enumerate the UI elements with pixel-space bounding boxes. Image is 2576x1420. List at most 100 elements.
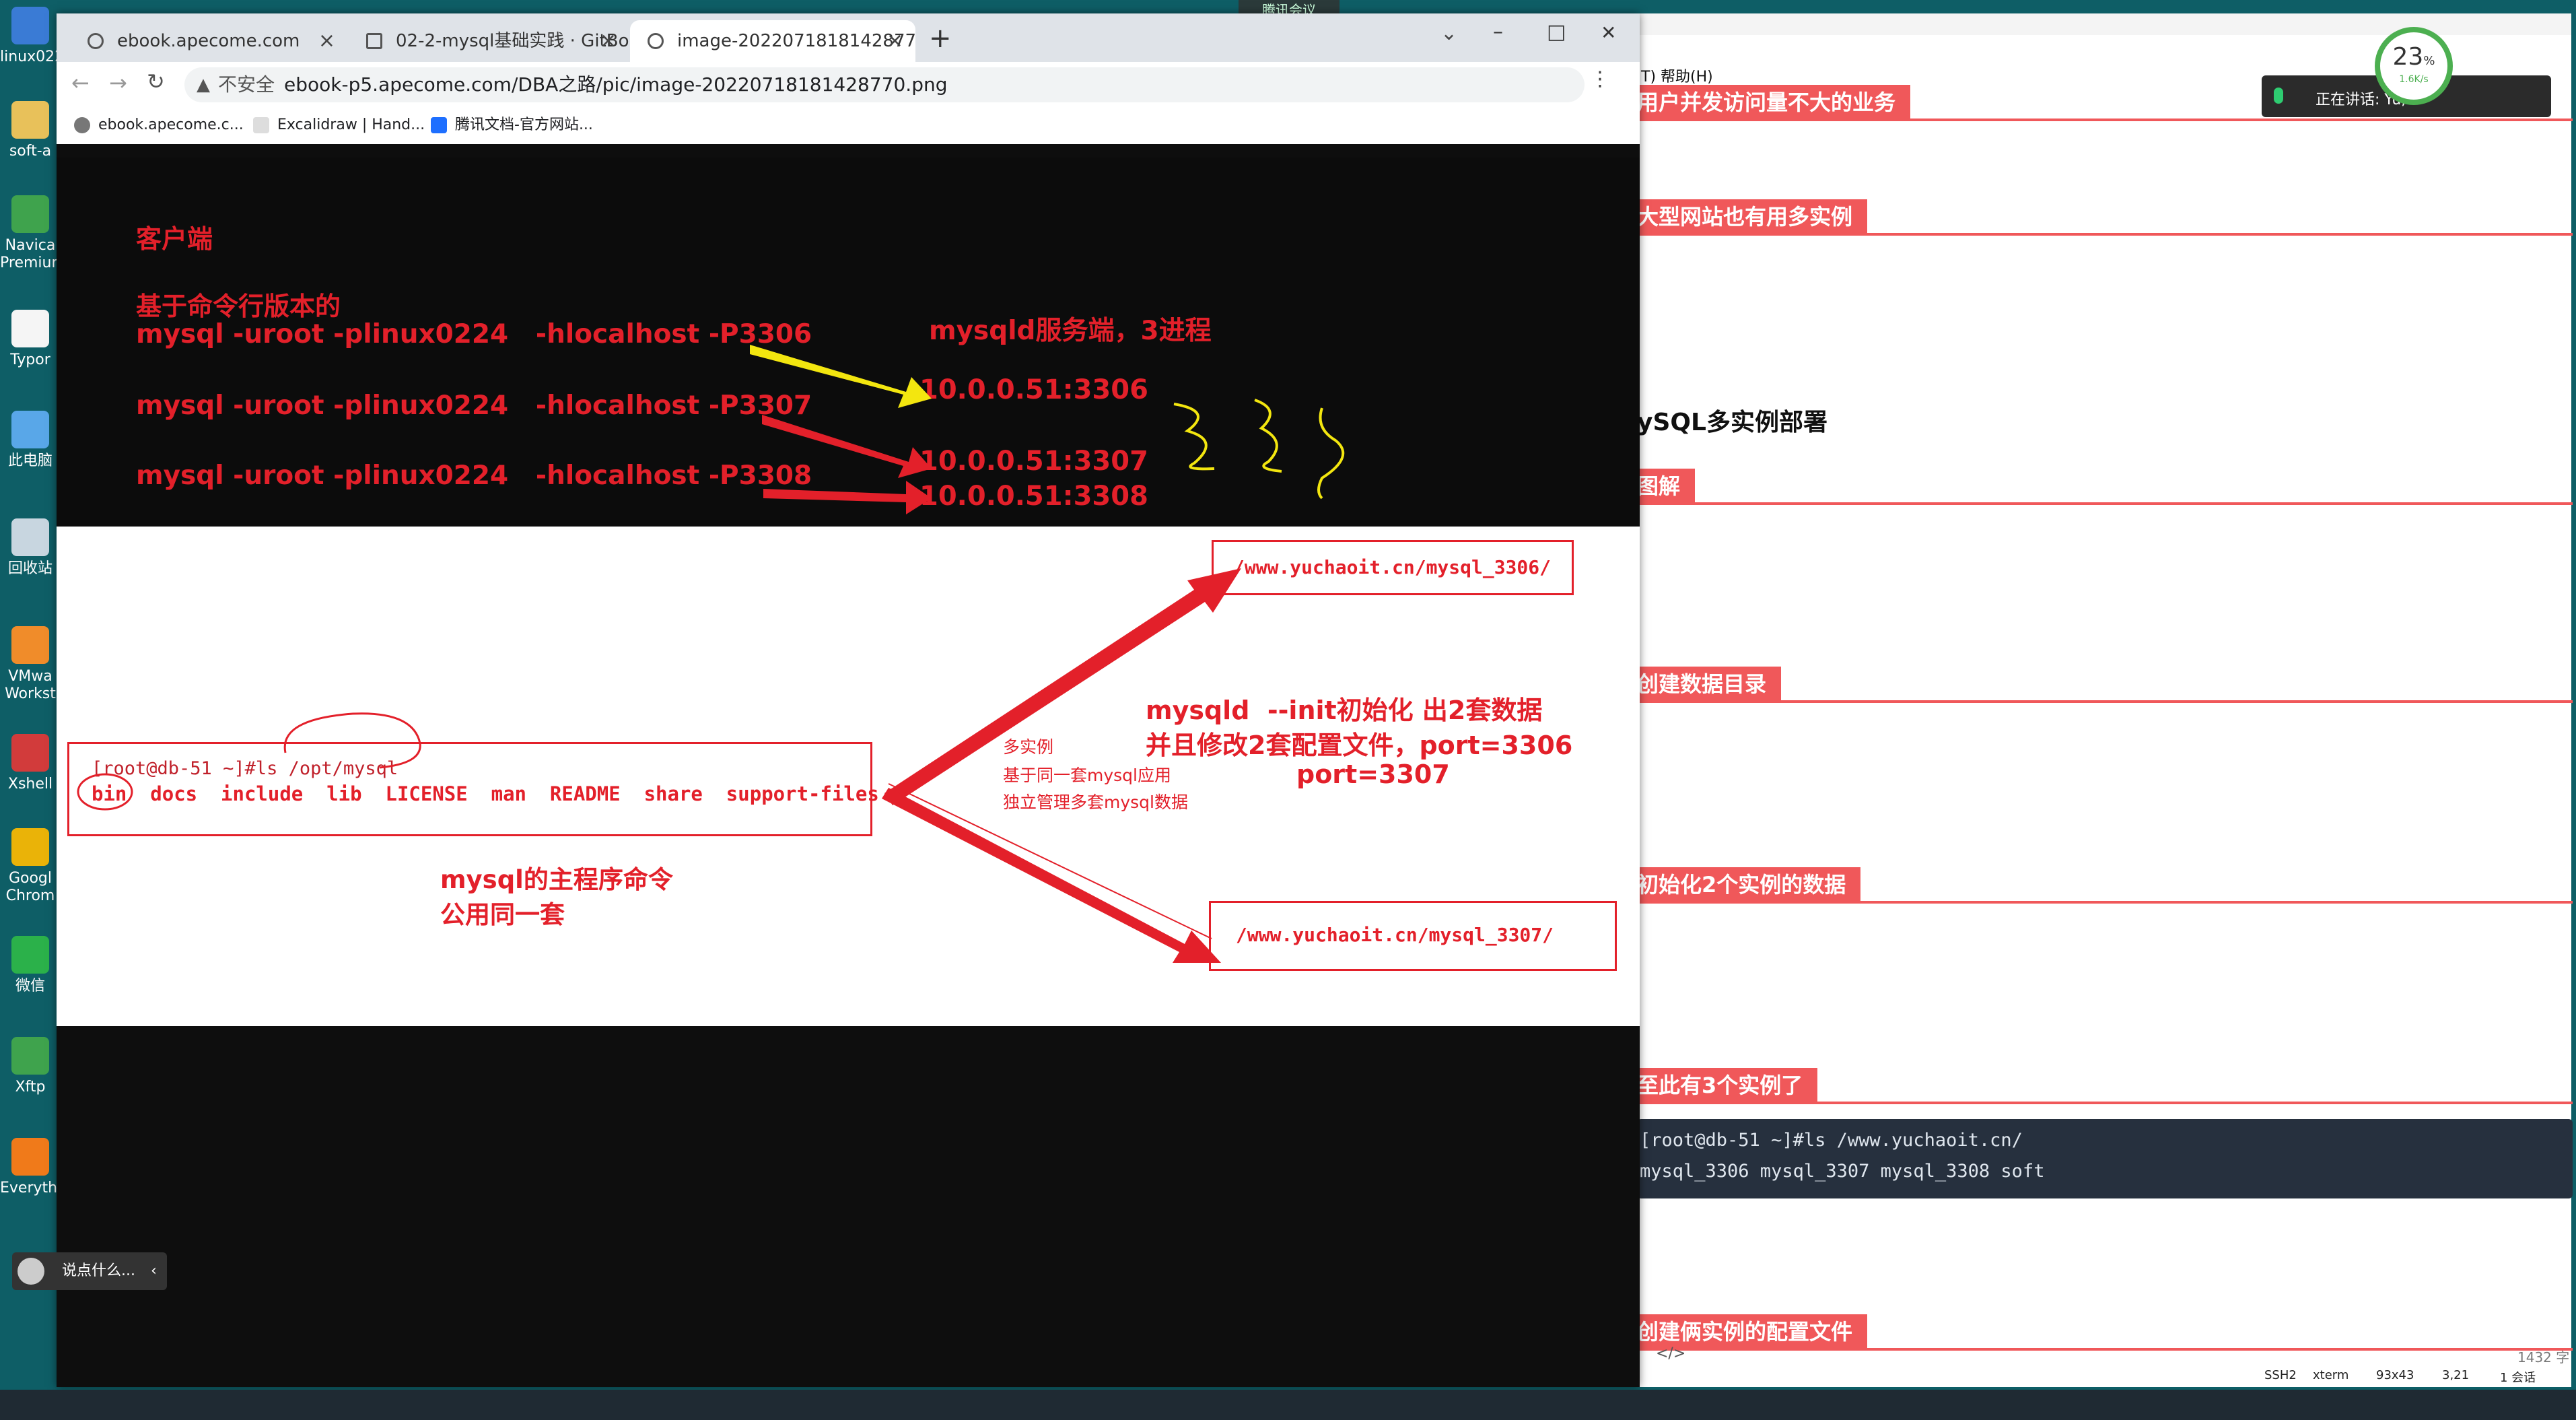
background-menu[interactable]: T) 帮助(H) (1641, 65, 1713, 86)
circle-annotation (77, 773, 133, 811)
tab-ebook[interactable]: ebook.apecome.com × (70, 20, 347, 62)
desktop-icon[interactable]: Everythi (0, 1138, 61, 1197)
bookmark-label: ebook.apecome.c... (98, 116, 244, 133)
heading-underline (1637, 502, 2573, 505)
word-count: 1432 字 (2517, 1349, 2570, 1365)
menu-kebab-icon[interactable]: ⋮ (1590, 67, 1610, 91)
desktop-icon-label: Typor (10, 351, 50, 368)
excalidraw-icon (253, 117, 269, 133)
desktop-icon[interactable]: 微信 (0, 936, 61, 995)
close-icon[interactable]: × (886, 20, 903, 62)
warning-icon: ▲ (197, 75, 210, 95)
desktop-icon-label: VMwa Workst (5, 668, 56, 702)
heading-underline (1637, 233, 2573, 236)
url-text[interactable]: ebook-p5.apecome.com/DBA之路/pic/image-202… (284, 67, 947, 102)
insecure-label: 不安全 (218, 73, 275, 96)
globe-icon (648, 33, 664, 49)
app-icon (11, 1138, 49, 1176)
brace-mark (1317, 407, 1345, 500)
chat-placeholder: 说点什么... (62, 1262, 135, 1279)
forward-arrow-icon[interactable]: → (109, 70, 127, 96)
app-icon (11, 411, 49, 448)
desktop-icon[interactable]: Googl Chrom (0, 828, 61, 905)
code-line: mysql_3306 mysql_3307 mysql_3308 soft (1640, 1161, 2045, 1182)
app-icon (11, 101, 49, 139)
section-heading: 至此有3个实例了 (1637, 1068, 1818, 1103)
globe-icon (74, 117, 90, 133)
terminal-status-bar: SSH2 xterm 93x43 3,21 1 会话 (2241, 1364, 2576, 1387)
app-icon (11, 310, 49, 347)
code-view-icon[interactable]: </> (1656, 1345, 1685, 1362)
heading-underline (1637, 901, 2573, 904)
status-item: 1 会话 (2500, 1371, 2536, 1385)
app-icon (11, 195, 49, 233)
code-block: [root@db-51 ~]#ls /www.yuchaoit.cn/ mysq… (1637, 1119, 2573, 1198)
app-icon (11, 626, 49, 664)
taskbar (0, 1390, 2576, 1420)
gauge-percent-unit: % (2423, 54, 2435, 68)
desktop-icon[interactable]: VMwa Workst (0, 626, 61, 703)
chat-bubble[interactable]: 说点什么... ‹ (12, 1252, 167, 1290)
desktop-icon[interactable]: 此电脑 (0, 411, 61, 470)
microphone-icon (2274, 88, 2283, 104)
desktop-icon[interactable]: Xftp (0, 1037, 61, 1096)
close-icon[interactable]: × (318, 20, 335, 62)
address-bar[interactable]: ▲ 不安全 ebook-p5.apecome.com/DBA之路/pic/ima… (184, 67, 1585, 102)
bookmark-label: 腾讯文档-官方网站... (455, 116, 593, 133)
section-heading: 用户并发访问量不大的业务 (1637, 85, 1911, 120)
close-button[interactable]: ✕ (1601, 22, 1616, 44)
gauge-speed: 1.6K/s (2399, 74, 2429, 85)
desktop-icon-label: 微信 (15, 978, 45, 994)
red-arrow (762, 415, 932, 478)
network-gauge: 23% 1.6K/s (2375, 27, 2453, 105)
status-item: 3,21 (2442, 1368, 2470, 1382)
circle-annotation (283, 712, 421, 769)
heading-underline (1637, 1348, 2573, 1351)
globe-icon (88, 33, 104, 49)
desktop-icon[interactable]: Xshell (0, 734, 61, 793)
tab-title: 02-2-mysql基础实践 · GitBook (396, 31, 629, 51)
maximize-button[interactable]: □ (1547, 20, 1566, 44)
bookmark-ebook[interactable]: ebook.apecome.c... (74, 116, 244, 135)
desktop-icon[interactable]: 回收站 (0, 518, 61, 578)
reload-icon[interactable]: ↻ (147, 69, 165, 94)
desktop-icon-label: Xshell (7, 776, 53, 792)
status-item: SSH2 (2264, 1368, 2297, 1382)
tab-title: image-20220718181428770.pn (677, 31, 915, 51)
desktop-icon-label: Xftp (15, 1079, 46, 1095)
desktop-icon[interactable]: linux022 (0, 7, 65, 66)
desktop-icon[interactable]: Navica Premium (0, 195, 66, 272)
app-icon (11, 936, 49, 974)
desktop-icon[interactable]: Typor (0, 310, 61, 369)
new-tab-button[interactable]: + (929, 23, 952, 54)
tab-strip: ebook.apecome.com × 02-2-mysql基础实践 · Git… (57, 13, 1640, 62)
bookmark-excalidraw[interactable]: Excalidraw | Hand... (253, 116, 425, 135)
app-icon (11, 1037, 49, 1075)
status-item: xterm (2313, 1368, 2349, 1382)
back-arrow-icon[interactable]: ← (71, 70, 90, 96)
tab-image[interactable]: image-20220718181428770.pn × (630, 20, 915, 62)
app-icon (11, 828, 49, 866)
gauge-percent: 23 (2392, 43, 2424, 71)
bookmark-tencent-docs[interactable]: 腾讯文档-官方网站... (431, 116, 593, 135)
chevron-down-icon[interactable]: ⌄ (1440, 22, 1457, 45)
desktop-icon-label: 回收站 (7, 560, 53, 577)
app-icon (11, 518, 49, 556)
diagram-top-panel: 客户端 基于命令行版本的 mysql -uroot -plinux0224 -h… (57, 158, 1640, 527)
desktop-icon-label: linux022 (0, 48, 65, 65)
yellow-arrow (750, 345, 932, 408)
brace-mark (1254, 399, 1282, 473)
desktop-icon-label: soft-a (9, 143, 52, 160)
minimize-button[interactable]: – (1493, 20, 1503, 44)
close-icon[interactable]: × (600, 20, 617, 62)
chevron-left-icon[interactable]: ‹ (151, 1252, 157, 1290)
desktop-icon-label: Navica Premium (0, 237, 66, 271)
diagram-arrows-top (750, 345, 1345, 514)
diagram-arrows-bottom (77, 568, 1241, 963)
section-title: ySQL多实例部署 (1637, 409, 1827, 436)
desktop-icon[interactable]: soft-a (0, 101, 61, 160)
tab-gitbook[interactable]: 02-2-mysql基础实践 · GitBook × (349, 20, 629, 62)
code-line: [root@db-51 ~]#ls /www.yuchaoit.cn/ (1640, 1130, 2023, 1151)
brace-mark (1173, 403, 1215, 471)
bookmarks-bar: ebook.apecome.c... Excalidraw | Hand... … (57, 106, 1640, 145)
